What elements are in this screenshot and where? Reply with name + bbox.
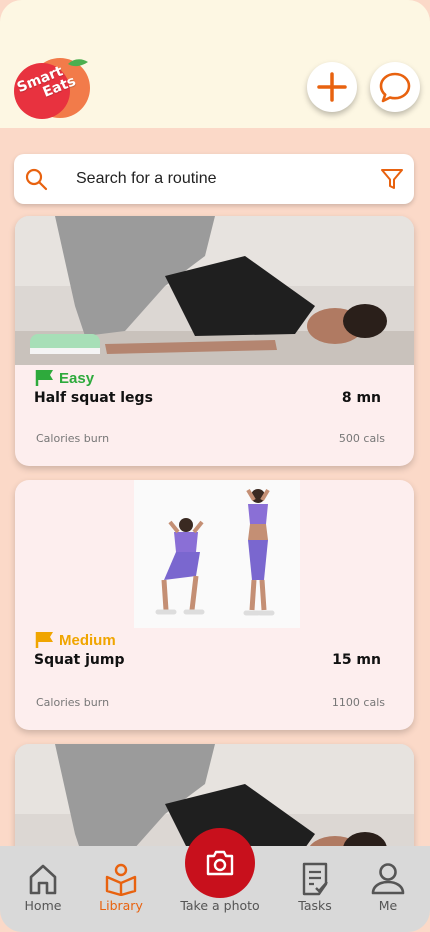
app-screen: Smart Eats Search for a routine Easy Hal… xyxy=(0,0,430,932)
tab-label: Library xyxy=(99,898,143,913)
tab-home[interactable]: Home xyxy=(8,862,78,913)
difficulty-badge: Easy xyxy=(35,369,94,387)
routine-photo-glute-bridge xyxy=(15,216,414,365)
difficulty-label: Easy xyxy=(59,369,95,387)
routine-card[interactable]: Easy Half squat legs 8 mn Calories burn … xyxy=(15,216,414,466)
tab-label: Me xyxy=(378,898,398,913)
camera-icon xyxy=(206,850,234,876)
take-photo-button[interactable] xyxy=(185,828,255,898)
chat-bubble-icon xyxy=(379,72,411,103)
tab-label: Tasks xyxy=(298,898,332,913)
chat-button[interactable] xyxy=(370,62,420,112)
routine-card[interactable]: Medium Squat jump 15 mn Calories burn 11… xyxy=(15,480,414,730)
search-icon[interactable] xyxy=(24,167,48,191)
home-icon xyxy=(29,864,57,895)
app-header: Smart Eats xyxy=(0,0,430,128)
difficulty-badge: Medium xyxy=(35,631,116,649)
routine-duration: 15 mn xyxy=(332,652,381,668)
calories-value: 1100 cals xyxy=(331,696,385,709)
calories-label: Calories burn xyxy=(36,696,110,709)
tab-take-photo-label[interactable]: Take a photo xyxy=(170,898,270,913)
user-icon xyxy=(371,863,405,895)
tab-label: Home xyxy=(24,898,62,913)
add-button[interactable] xyxy=(307,62,357,112)
library-icon xyxy=(105,863,137,896)
search-input[interactable] xyxy=(76,166,366,192)
calories-label: Calories burn xyxy=(36,432,110,445)
search-bar[interactable] xyxy=(14,154,414,204)
filter-icon[interactable] xyxy=(380,167,404,191)
routine-photo-squat-jump xyxy=(134,480,300,628)
routine-duration: 8 mn xyxy=(341,390,381,406)
calories-value: 500 cals xyxy=(338,432,385,445)
tasks-icon xyxy=(302,862,328,896)
flag-icon xyxy=(35,632,53,648)
plus-icon xyxy=(317,72,347,102)
tab-library[interactable]: Library xyxy=(86,862,156,913)
flag-icon xyxy=(35,370,53,386)
routine-name: Half squat legs xyxy=(34,390,153,406)
difficulty-label: Medium xyxy=(59,631,116,649)
tab-tasks[interactable]: Tasks xyxy=(280,862,350,913)
tab-me[interactable]: Me xyxy=(353,862,423,913)
smart-eats-logo[interactable]: Smart Eats xyxy=(8,56,94,120)
routine-name: Squat jump xyxy=(34,652,125,668)
